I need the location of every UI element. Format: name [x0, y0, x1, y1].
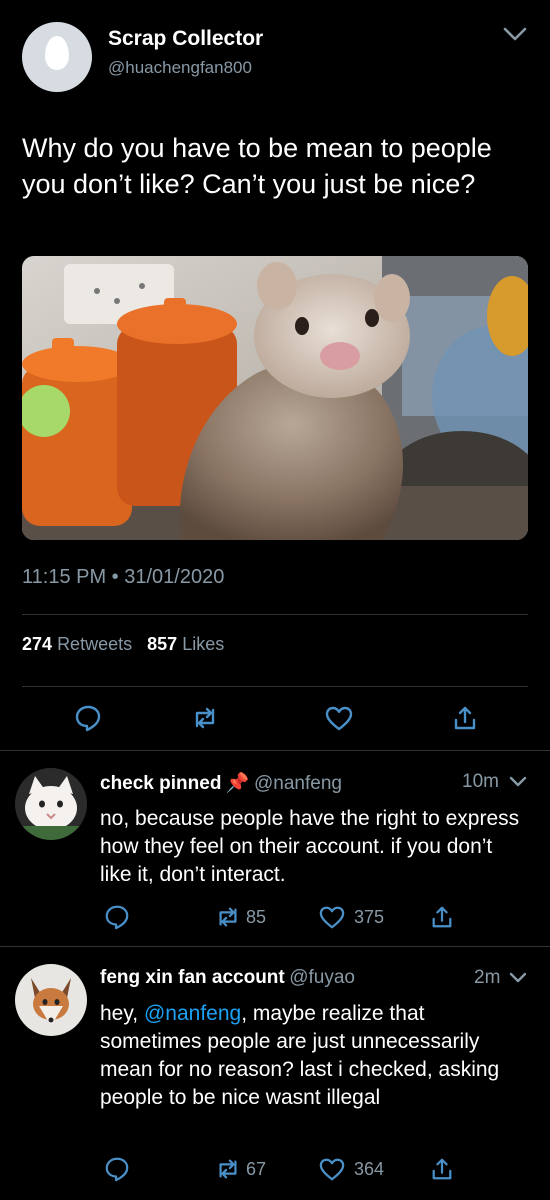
- like-count: 364: [354, 1159, 385, 1179]
- mention-link[interactable]: @nanfeng: [144, 1002, 241, 1025]
- tweet-photo[interactable]: [22, 256, 528, 540]
- tweet-text: Why do you have to be mean to people you…: [22, 133, 492, 199]
- share-icon[interactable]: [430, 1156, 454, 1182]
- display-name[interactable]: feng xin fan account: [100, 967, 285, 988]
- user-handle[interactable]: @nanfeng: [254, 773, 342, 794]
- cat-avatar-illustration: [15, 768, 87, 840]
- reply-text-prefix: hey,: [100, 1002, 144, 1025]
- reply-header: feng xin fan account @fuyao: [100, 967, 355, 989]
- like-icon[interactable]: [318, 1156, 346, 1182]
- reply-icon[interactable]: [104, 904, 130, 930]
- avatar[interactable]: [22, 22, 92, 92]
- tweet-stats: 274 Retweets 857 Likes: [22, 634, 224, 655]
- chevron-down-icon[interactable]: [507, 968, 529, 988]
- share-icon[interactable]: [430, 904, 454, 930]
- reply-icon[interactable]: [104, 1156, 130, 1182]
- like-count: 375: [354, 907, 385, 927]
- likes-count: 857: [147, 634, 178, 654]
- divider: [22, 614, 528, 615]
- reply-icon[interactable]: [74, 704, 102, 732]
- reply-time: 10m: [462, 771, 499, 792]
- retweet-count: 67: [246, 1159, 267, 1179]
- retweet-count: 85: [246, 907, 267, 927]
- pin-emoji: 📌: [225, 773, 250, 794]
- divider: [0, 750, 550, 751]
- reply-time: 2m: [474, 967, 501, 988]
- retweets-count: 274: [22, 634, 53, 654]
- fox-avatar-illustration: [15, 964, 87, 1036]
- chevron-down-icon[interactable]: [500, 22, 530, 46]
- divider: [22, 686, 528, 687]
- reply-text: no, because people have the right to exp…: [100, 807, 520, 886]
- user-handle[interactable]: @huachengfan800: [108, 58, 252, 78]
- likes-label: Likes: [182, 634, 225, 654]
- retweet-icon[interactable]: [214, 1156, 242, 1182]
- retweet-icon[interactable]: [214, 904, 242, 930]
- divider: [0, 946, 550, 947]
- tweet-timestamp: 11:15 PM • 31/01/2020: [22, 566, 225, 588]
- share-icon[interactable]: [452, 704, 478, 732]
- retweets-stat[interactable]: 274 Retweets: [22, 634, 132, 654]
- user-handle[interactable]: @fuyao: [289, 967, 355, 988]
- avatar[interactable]: [15, 964, 87, 1036]
- retweets-label: Retweets: [57, 634, 133, 654]
- display-name[interactable]: Scrap Collector: [108, 27, 263, 51]
- avatar[interactable]: [15, 768, 87, 840]
- like-icon[interactable]: [324, 704, 354, 732]
- ferret-photo-illustration: [22, 256, 528, 540]
- like-icon[interactable]: [318, 904, 346, 930]
- retweet-icon[interactable]: [190, 704, 220, 732]
- likes-stat[interactable]: 857 Likes: [147, 634, 224, 654]
- display-name[interactable]: check pinned: [100, 773, 221, 794]
- reply-header: check pinned 📌 @nanfeng: [100, 771, 342, 795]
- default-egg-avatar-icon: [45, 36, 69, 70]
- chevron-down-icon[interactable]: [507, 772, 529, 792]
- reply-text: hey, @nanfeng, maybe realize that someti…: [100, 1000, 520, 1112]
